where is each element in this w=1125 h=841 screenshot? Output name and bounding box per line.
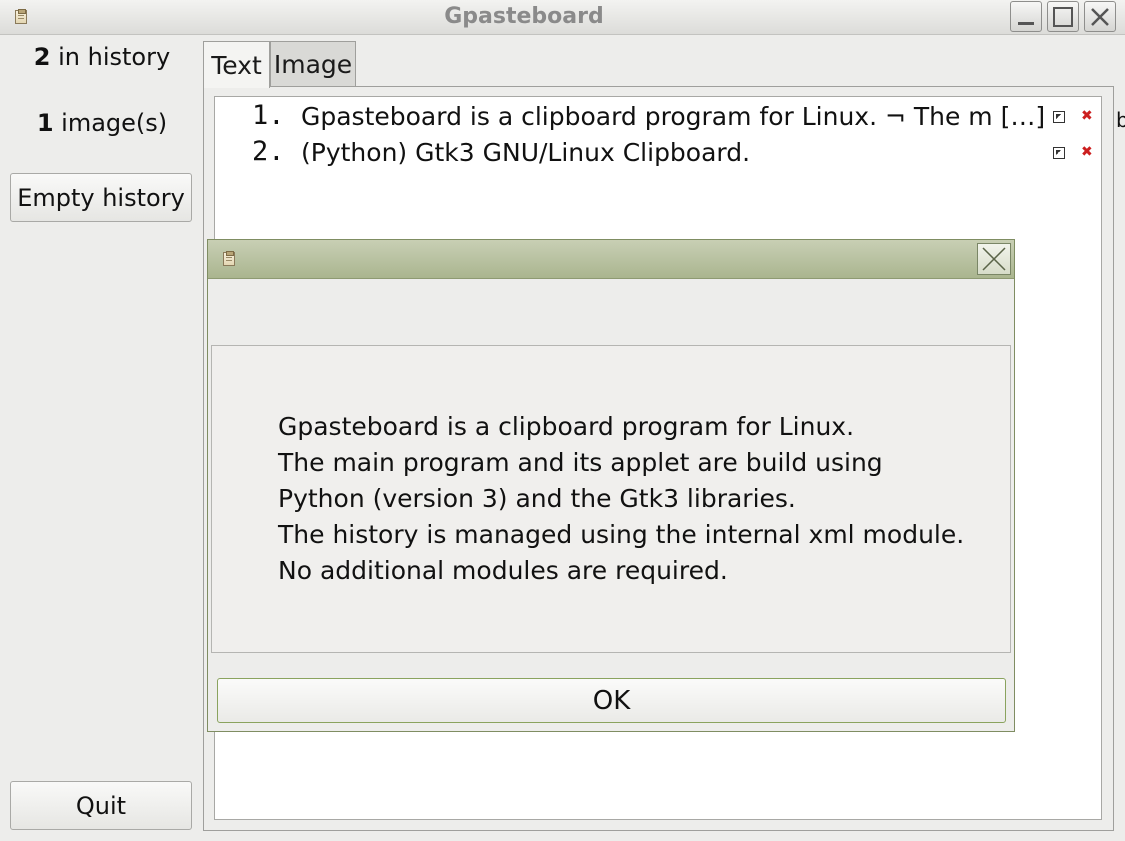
dialog-message-line: The history is managed using the interna… (278, 520, 965, 549)
minimize-icon (1018, 21, 1034, 25)
minimize-button[interactable] (1010, 1, 1042, 32)
dialog-message-line: The main program and its applet are buil… (278, 448, 883, 477)
list-item-number: 2. (252, 136, 285, 167)
history-count: 2 (33, 43, 51, 71)
image-count-label: 1 image(s) (8, 109, 196, 137)
delete-item-icon[interactable]: ✖ (1081, 145, 1093, 159)
maximize-icon (1053, 6, 1073, 27)
history-count-suffix: in history (50, 43, 171, 71)
window-title: Gpasteboard (444, 4, 604, 29)
quit-button[interactable]: Quit (10, 781, 192, 830)
history-count-label: 2 in history (8, 43, 196, 71)
empty-history-button[interactable]: Empty history (10, 173, 192, 222)
dialog-message-line: No additional modules are required. (278, 556, 728, 585)
list-item-number: 1. (252, 100, 285, 131)
clipped-edge-glyph: b (1116, 108, 1125, 130)
tab-image[interactable]: Image (270, 41, 356, 87)
list-item-text: Gpasteboard is a clipboard program for L… (301, 102, 1046, 131)
list-item[interactable]: 2. (Python) Gtk3 GNU/Linux Clipboard. ✖ (215, 135, 1101, 169)
tab-text[interactable]: Text (203, 41, 270, 88)
list-item[interactable]: 1. Gpasteboard is a clipboard program fo… (215, 99, 1101, 133)
edit-item-icon[interactable] (1053, 147, 1065, 159)
delete-item-icon[interactable]: ✖ (1081, 109, 1093, 123)
dialog-close-button[interactable] (977, 243, 1011, 275)
image-count: 1 (36, 109, 54, 137)
dialog-message-line: Python (version 3) and the Gtk3 librarie… (278, 484, 796, 513)
dialog-message-area: Gpasteboard is a clipboard program for L… (211, 345, 1011, 653)
clipboard-app-icon (223, 251, 235, 266)
info-dialog: Gpasteboard is a clipboard program for L… (207, 239, 1015, 732)
dialog-message-line: Gpasteboard is a clipboard program for L… (278, 412, 855, 441)
close-icon (982, 247, 1006, 271)
dialog-titlebar[interactable] (208, 240, 1014, 279)
ok-button[interactable]: OK (217, 678, 1006, 723)
window-titlebar[interactable]: Gpasteboard (0, 0, 1125, 35)
edit-item-icon[interactable] (1053, 111, 1065, 123)
image-count-suffix: image(s) (53, 109, 168, 137)
list-item-text: (Python) Gtk3 GNU/Linux Clipboard. (301, 138, 751, 167)
close-icon (1091, 7, 1109, 26)
maximize-button[interactable] (1047, 1, 1079, 32)
close-window-button[interactable] (1084, 1, 1116, 32)
